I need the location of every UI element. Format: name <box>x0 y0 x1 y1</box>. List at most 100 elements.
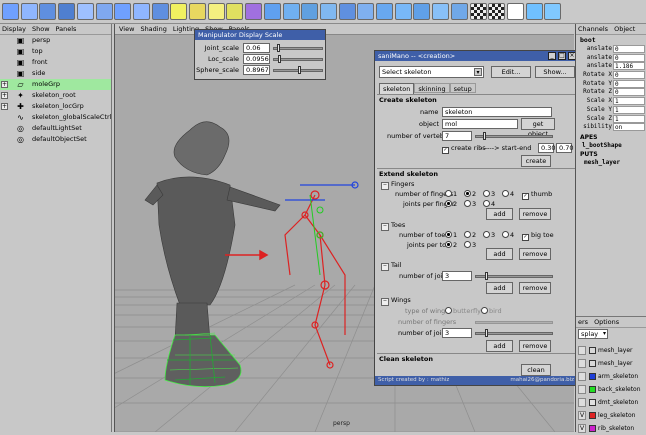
tail-remove-button[interactable]: remove <box>519 282 551 294</box>
hypershade-icon[interactable] <box>245 3 263 20</box>
viewport-menu-view[interactable]: View <box>119 25 134 33</box>
subdiv-cube-icon[interactable] <box>132 3 150 20</box>
cursor-tool-icon[interactable] <box>506 3 524 20</box>
bridge-icon[interactable] <box>319 3 337 20</box>
layer-visibility-toggle[interactable] <box>578 346 586 355</box>
extrude-icon[interactable] <box>282 3 300 20</box>
joints-per-finger-option[interactable]: 2 <box>445 200 457 208</box>
torus-icon[interactable] <box>95 3 113 20</box>
ambient-light-icon[interactable] <box>226 3 244 20</box>
channel-value[interactable]: on <box>613 123 645 132</box>
channel-value[interactable]: 1 <box>613 114 645 123</box>
outliner-item[interactable]: ◎ defaultLightSet <box>0 123 111 134</box>
manip-row-value[interactable]: 0.8967 <box>243 65 270 75</box>
tab-channels[interactable]: Channels <box>578 25 608 33</box>
outliner-item[interactable]: + ▱ moleGrp <box>0 79 111 90</box>
fingers-count-option[interactable]: 2 <box>464 190 476 198</box>
channel-row[interactable]: anslate 1.186 <box>576 62 646 71</box>
render-icon[interactable] <box>525 3 543 20</box>
tail-slider-knob[interactable] <box>485 272 488 280</box>
fingers-count-option[interactable]: 1 <box>445 190 457 198</box>
viewport-menu-shading[interactable]: Shading <box>140 25 166 33</box>
layer-row[interactable]: Vrib_skeleton <box>576 422 646 435</box>
edit-button[interactable]: Edit... <box>491 66 531 78</box>
split-icon[interactable] <box>338 3 356 20</box>
outliner-item[interactable]: ▣ side <box>0 68 111 79</box>
layer-row[interactable]: back_skeleton <box>576 383 646 396</box>
vertebras-field[interactable]: 7 <box>442 131 472 141</box>
channel-row[interactable]: sibility on <box>576 123 646 132</box>
fingers-remove-button[interactable]: remove <box>519 208 551 220</box>
joints-per-toe-option[interactable]: 2 <box>445 241 457 249</box>
layer-display-dropdown[interactable]: splay ▾ <box>578 329 608 339</box>
ribs-start-field[interactable]: 0.30 <box>538 143 555 153</box>
channel-value[interactable]: 0 <box>613 88 645 97</box>
manip-row-value[interactable]: 0.0956 <box>243 54 270 64</box>
layer-visibility-toggle[interactable] <box>578 398 586 407</box>
wings-slider-knob[interactable] <box>485 329 488 337</box>
get-object-button[interactable]: get object <box>521 118 555 138</box>
tab-skinning[interactable]: skinning <box>414 83 450 93</box>
layer-row[interactable]: mesh_layer <box>576 344 646 357</box>
tail-add-button[interactable]: add <box>486 282 513 294</box>
joints-per-finger-option[interactable]: 3 <box>464 200 476 208</box>
wings-remove-button[interactable]: remove <box>519 340 551 352</box>
tab-setup[interactable]: setup <box>449 83 476 93</box>
layer-visibility-toggle[interactable]: V <box>578 411 586 420</box>
reduce-icon[interactable] <box>413 3 431 20</box>
name-field[interactable]: skeleton <box>442 107 552 117</box>
channel-row[interactable]: Rotate Y0 <box>576 79 646 89</box>
layer-menu-options[interactable]: Options <box>594 318 619 326</box>
tab-object[interactable]: Object <box>614 25 635 33</box>
bevel-icon[interactable] <box>263 3 281 20</box>
expand-toggle-icon[interactable]: + <box>1 81 8 88</box>
cone-icon[interactable] <box>58 3 76 20</box>
toes-count-option[interactable]: 2 <box>464 231 476 239</box>
mirror-icon[interactable] <box>450 3 468 20</box>
channel-row[interactable]: Rotate Z0 <box>576 88 646 97</box>
channel-row[interactable]: anslate 0 <box>576 53 646 63</box>
toes-section-header[interactable]: Toes <box>381 221 405 231</box>
outliner-item[interactable]: ▣ front <box>0 57 111 68</box>
manip-row-slider[interactable] <box>273 47 323 50</box>
layer-menu-layers[interactable]: ers <box>578 318 588 326</box>
layer-row[interactable]: dmt_skeleton <box>576 396 646 409</box>
sanimano-titlebar[interactable]: saniMano -- <creation> _ □ × <box>375 51 577 61</box>
channel-row[interactable]: Scale X1 <box>576 97 646 106</box>
manip-row-slider-knob[interactable] <box>276 44 280 52</box>
minimize-button[interactable]: _ <box>548 52 556 60</box>
wings-section-header[interactable]: Wings <box>381 296 411 306</box>
fingers-section-header[interactable]: Fingers <box>381 180 414 190</box>
cube-icon[interactable] <box>20 3 38 20</box>
manipulator-titlebar[interactable]: Manipulator Display Scale <box>195 30 325 40</box>
show-button[interactable]: Show... <box>535 66 575 78</box>
channel-value[interactable]: 1.186 <box>613 62 645 71</box>
object-field[interactable]: mol <box>442 119 518 129</box>
wings-joints-field[interactable]: 3 <box>442 328 472 338</box>
outliner-item[interactable]: + ✦ skeleton_root <box>0 90 111 101</box>
ipr-icon[interactable] <box>544 3 562 20</box>
tail-joints-field[interactable]: 3 <box>442 271 472 281</box>
manip-row-value[interactable]: 0.06 <box>243 43 270 53</box>
fingers-count-option[interactable]: 3 <box>483 190 495 198</box>
channel-row[interactable]: Rotate X0 <box>576 71 646 80</box>
toes-count-option[interactable]: 3 <box>483 231 495 239</box>
big-toe-checkbox[interactable]: big toe <box>522 231 554 241</box>
thumb-checkbox[interactable]: thumb <box>522 190 552 200</box>
channel-value[interactable]: 1 <box>613 97 645 106</box>
outliner-item[interactable]: + ✚ skeleton_locGrp <box>0 101 111 112</box>
joints-per-finger-option[interactable]: 4 <box>483 200 495 208</box>
vertebras-slider-knob[interactable] <box>483 132 486 140</box>
fingers-count-option[interactable]: 4 <box>502 190 514 198</box>
toes-remove-button[interactable]: remove <box>519 248 551 260</box>
channel-value[interactable]: 0 <box>613 71 645 80</box>
manip-row-slider-knob[interactable] <box>278 55 282 63</box>
layer-row[interactable]: Vleg_skeleton <box>576 409 646 422</box>
toes-count-option[interactable]: 1 <box>445 231 457 239</box>
maximize-button[interactable]: □ <box>558 52 566 60</box>
skeleton-select[interactable]: Select skeleton ▾ <box>379 66 484 78</box>
layer-row[interactable]: mesh_layer <box>576 357 646 370</box>
outliner-item[interactable]: ∿ skeleton_globalScaleCtrl <box>0 112 111 123</box>
checker-sel-icon[interactable] <box>488 3 506 20</box>
clean-button[interactable]: clean <box>521 364 551 376</box>
